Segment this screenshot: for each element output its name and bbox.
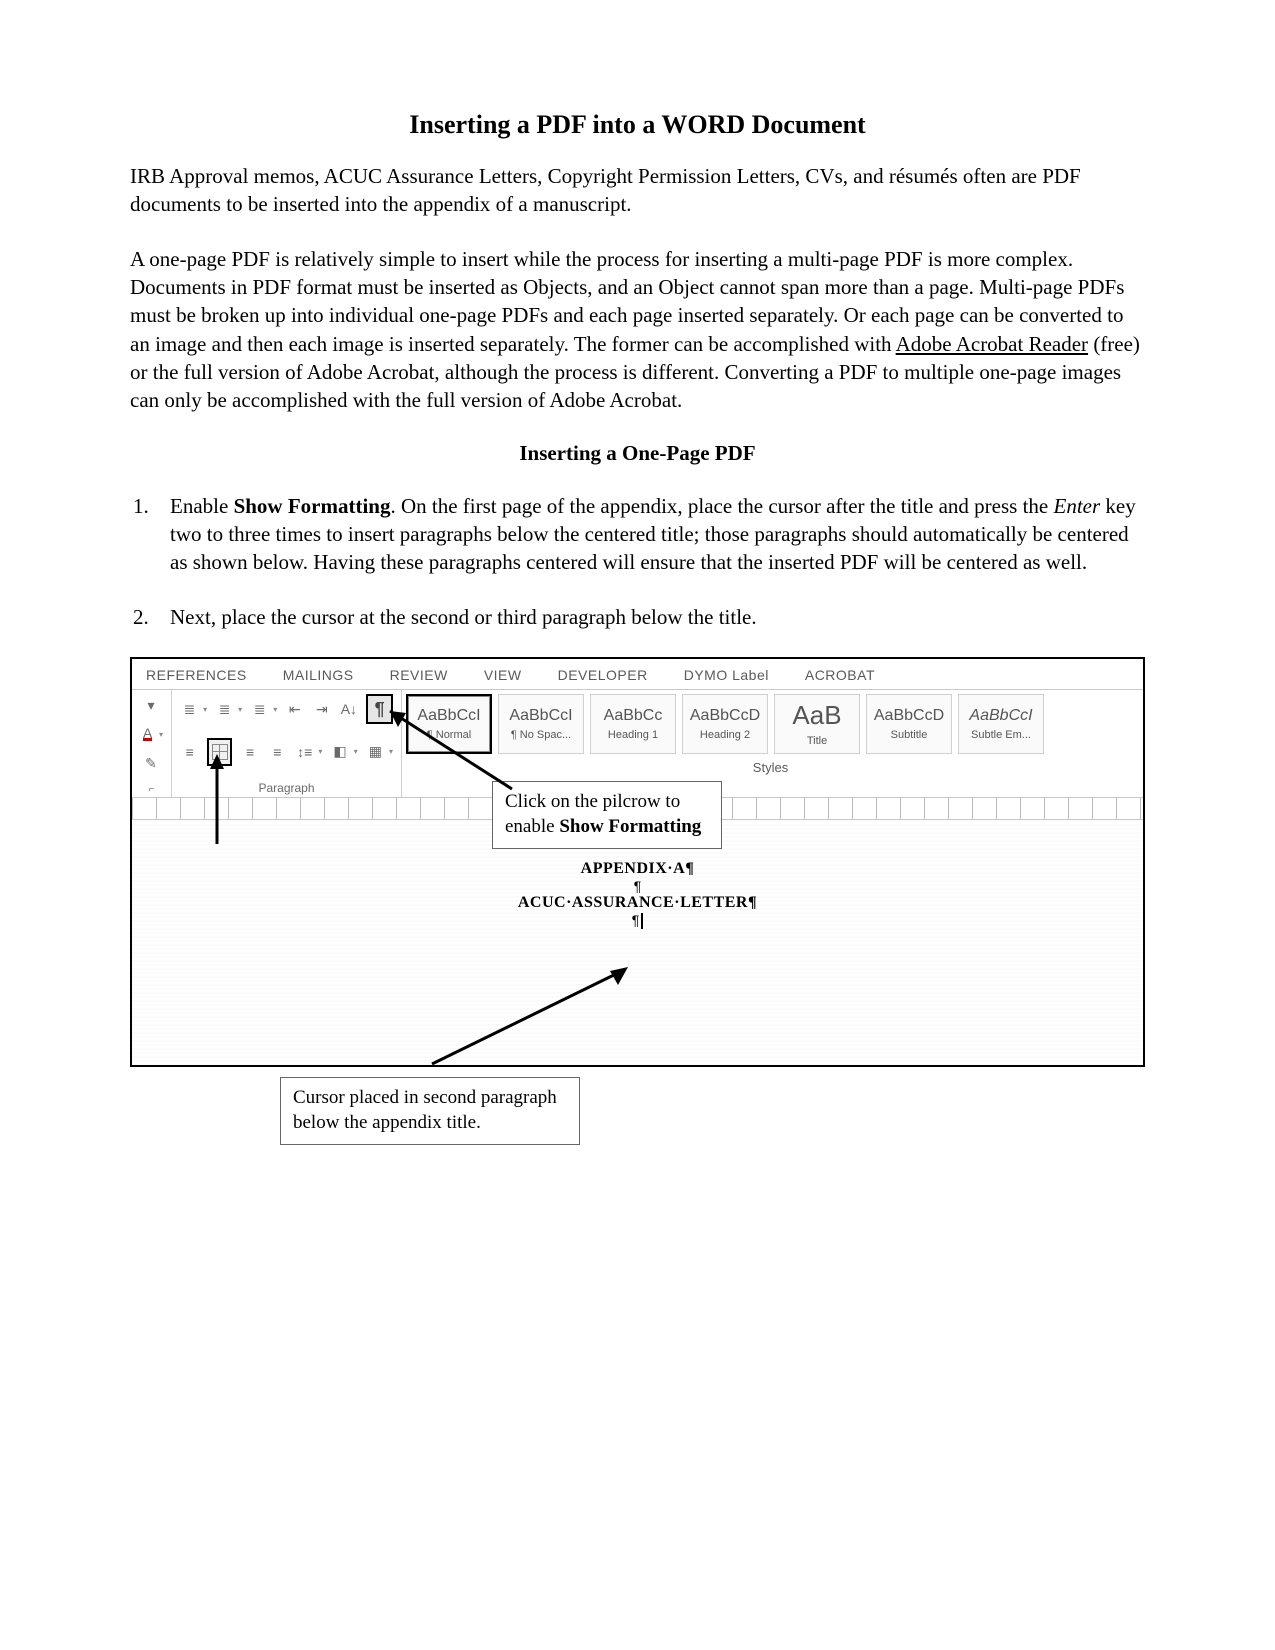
sort-icon[interactable]: A↓	[339, 698, 358, 720]
text-cursor	[641, 913, 643, 929]
page-title: Inserting a PDF into a WORD Document	[130, 110, 1145, 140]
tab-review[interactable]: REVIEW	[390, 667, 448, 683]
callout-pilcrow: Click on the pilcrow to enable Show Form…	[492, 781, 722, 848]
section-heading: Inserting a One-Page PDF	[130, 441, 1145, 466]
line-spacing-icon[interactable]: ↕≡	[295, 741, 314, 763]
show-formatting-button[interactable]: ¶	[366, 694, 393, 724]
doc-line-3: ACUC·ASSURANCE·LETTER¶	[132, 894, 1143, 912]
intro-para-2: A one-page PDF is relatively simple to i…	[130, 245, 1145, 415]
style-subtle-em-[interactable]: AaBbCcISubtle Em...	[958, 694, 1044, 754]
document-area[interactable]: APPENDIX·A¶ ¶ ACUC·ASSURANCE·LETTER¶ ¶	[132, 820, 1143, 1067]
tab-dymo[interactable]: DYMO Label	[684, 667, 769, 683]
indent-decrease-icon[interactable]: ⇤	[285, 698, 304, 720]
align-left-icon[interactable]: ≡	[180, 741, 199, 763]
step1-d: Enter	[1054, 494, 1101, 518]
step1-c: . On the first page of the appendix, pla…	[390, 494, 1053, 518]
callout1-b: Show Formatting	[559, 816, 701, 837]
step-2: Next, place the cursor at the second or …	[154, 603, 1145, 631]
font-dropdown-icon[interactable]: ▾	[140, 694, 162, 716]
align-center-icon[interactable]: ≡	[240, 741, 259, 763]
acrobat-reader-link[interactable]: Adobe Acrobat Reader	[896, 332, 1088, 356]
style-heading-1[interactable]: AaBbCcHeading 1	[590, 694, 676, 754]
tab-mailings[interactable]: MAILINGS	[283, 667, 354, 683]
style-gallery[interactable]: AaBbCcI¶ NormalAaBbCcI¶ No Spac...AaBbCc…	[406, 694, 1135, 754]
word-window: REFERENCES MAILINGS REVIEW VIEW DEVELOPE…	[130, 657, 1145, 1067]
word-screenshot-figure: REFERENCES MAILINGS REVIEW VIEW DEVELOPE…	[130, 657, 1145, 1067]
intro-para-1: IRB Approval memos, ACUC Assurance Lette…	[130, 162, 1145, 219]
style-title[interactable]: AaBTitle	[774, 694, 860, 754]
bullets-icon[interactable]: ≣	[180, 698, 199, 720]
numbering-icon[interactable]: ≣	[215, 698, 234, 720]
tab-view[interactable]: VIEW	[484, 667, 522, 683]
tab-acrobat[interactable]: ACROBAT	[805, 667, 875, 683]
font-group-launcher[interactable]: ⌐	[140, 782, 163, 795]
shading-icon[interactable]: ◧	[330, 741, 349, 763]
border-dd-icon[interactable]: ▦	[366, 741, 385, 763]
style-heading-2[interactable]: AaBbCcDHeading 2	[682, 694, 768, 754]
format-painter-icon[interactable]: ✎	[140, 753, 162, 775]
style-subtitle[interactable]: AaBbCcDSubtitle	[866, 694, 952, 754]
doc-line-1: APPENDIX·A¶	[132, 860, 1143, 878]
indent-increase-icon[interactable]: ⇥	[312, 698, 331, 720]
style--no-spac-[interactable]: AaBbCcI¶ No Spac...	[498, 694, 584, 754]
tab-developer[interactable]: DEVELOPER	[558, 667, 648, 683]
callout-cursor: Cursor placed in second paragraph below …	[280, 1077, 580, 1144]
font-color-icon[interactable]: A	[140, 723, 155, 745]
multilevel-icon[interactable]: ≣	[250, 698, 269, 720]
ribbon-tabs: REFERENCES MAILINGS REVIEW VIEW DEVELOPE…	[132, 659, 1143, 690]
styles-group-label: Styles	[406, 754, 1135, 775]
borders-button[interactable]	[207, 738, 232, 766]
doc-line-4: ¶	[132, 912, 1143, 929]
paragraph-group-label: Paragraph	[180, 779, 393, 795]
step1-b: Show Formatting	[234, 494, 391, 518]
step-1: Enable Show Formatting. On the first pag…	[154, 492, 1145, 577]
style--normal[interactable]: AaBbCcI¶ Normal	[406, 694, 492, 754]
doc-line-2: ¶	[132, 878, 1143, 894]
align-right-icon[interactable]: ≡	[268, 741, 287, 763]
pilcrow-4: ¶	[632, 912, 640, 928]
steps-list: Enable Show Formatting. On the first pag…	[130, 492, 1145, 631]
tab-references[interactable]: REFERENCES	[146, 667, 247, 683]
step1-a: Enable	[170, 494, 234, 518]
